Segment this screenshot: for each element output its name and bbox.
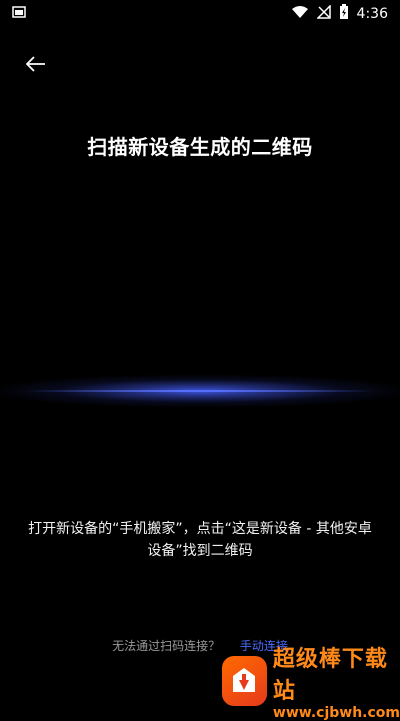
scan-line (25, 390, 375, 392)
page-title: 扫描新设备生成的二维码 (87, 135, 313, 159)
status-right: 4:36 (291, 4, 388, 24)
cannot-scan-text: 无法通过扫码连接？ (112, 639, 221, 653)
app-notification-icon (12, 5, 26, 23)
wifi-icon (291, 5, 309, 23)
watermark-text: 超级棒下载站 www.cjbwh.com (273, 641, 400, 721)
status-left (12, 5, 26, 23)
watermark: 超级棒下载站 www.cjbwh.com (222, 647, 400, 721)
instruction-text: 打开新设备的“手机搬家”，点击“这是新设备 - 其他安卓设备”找到二维码 (28, 521, 372, 559)
back-arrow-icon (25, 56, 47, 76)
status-bar: 4:36 (0, 0, 400, 28)
back-button[interactable] (20, 54, 52, 78)
status-time: 4:36 (356, 6, 388, 22)
signal-off-icon (315, 4, 331, 23)
battery-charging-icon (339, 4, 349, 24)
watermark-url: www.cjbwh.com (272, 705, 400, 721)
watermark-title: 超级棒下载站 (272, 647, 388, 704)
watermark-logo-icon (222, 656, 267, 706)
